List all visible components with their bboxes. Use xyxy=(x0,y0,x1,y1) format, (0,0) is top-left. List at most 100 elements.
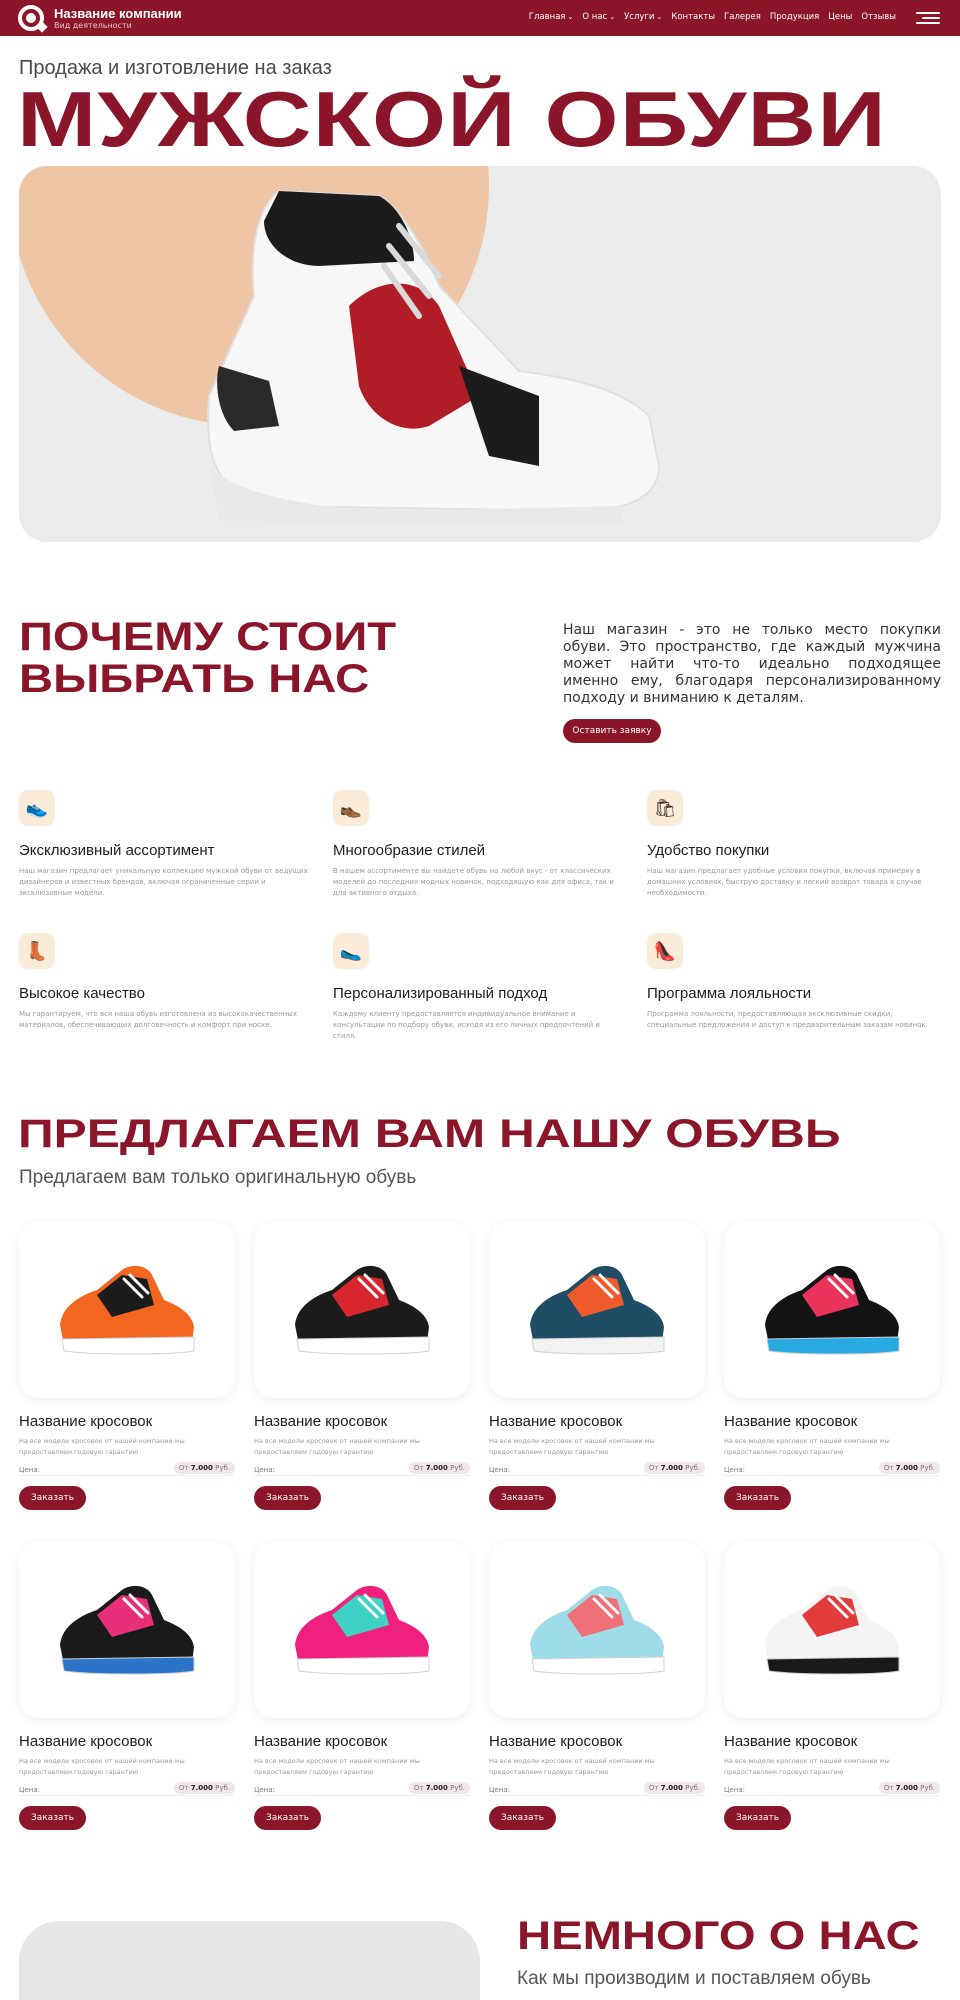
price-row: Цена: От 7.000 Руб. xyxy=(489,1782,705,1796)
price-currency: Руб. xyxy=(450,1464,465,1472)
why-title: ПОЧЕМУ СТОИТ ВЫБРАТЬ НАС xyxy=(19,616,396,700)
nav-item[interactable]: О нас ⌄ xyxy=(582,12,615,22)
nav-item[interactable]: Продукция xyxy=(770,12,819,22)
price-value: 7.000 xyxy=(190,1784,213,1792)
nav-item[interactable]: Услуги ⌄ xyxy=(624,12,662,22)
product-description: На все модели кросовок от нашей компании… xyxy=(489,1437,655,1456)
product-card[interactable]: Название кросовок На все модели кросовок … xyxy=(724,1222,940,1510)
nav-item[interactable]: Главная ⌄ xyxy=(529,12,574,22)
feature-title: Персонализированный подход xyxy=(333,985,548,1002)
price-badge: От 7.000 Руб. xyxy=(173,1462,235,1474)
product-image[interactable] xyxy=(19,1222,235,1398)
product-image[interactable] xyxy=(489,1542,705,1718)
leave-request-button[interactable]: Оставить заявку xyxy=(563,719,661,743)
feature-item: 👠 Программа лояльности Программа лояльност… xyxy=(647,933,937,1031)
product-card[interactable]: Название кросовок На все модели кросовок … xyxy=(19,1542,235,1830)
order-button[interactable]: Заказать xyxy=(254,1806,321,1830)
product-image[interactable] xyxy=(724,1222,940,1398)
product-description: На все модели кросовок от нашей компании… xyxy=(19,1757,185,1776)
nav-item[interactable]: Контакты xyxy=(671,12,715,22)
price-badge: От 7.000 Руб. xyxy=(173,1782,235,1794)
price-from: От xyxy=(648,1464,659,1472)
order-button[interactable]: Заказать xyxy=(19,1486,86,1510)
order-button[interactable]: Заказать xyxy=(489,1486,556,1510)
nav-item-label: Услуги xyxy=(624,12,655,22)
hero-title: МУЖСКОЙ ОБУВИ xyxy=(17,75,887,163)
sneaker-image xyxy=(765,1265,900,1355)
product-card[interactable]: Название кросовок На все модели кросовок … xyxy=(254,1542,470,1830)
feature-title: Удобство покупки xyxy=(647,842,770,859)
price-currency: Руб. xyxy=(920,1784,935,1792)
feature-item: 👞 Многообразие стилей В нашем ассортименте… xyxy=(333,790,623,899)
price-label: Цена: xyxy=(724,1466,745,1474)
price-value: 7.000 xyxy=(190,1464,213,1472)
why-title-line-2: ВЫБРАТЬ НАС xyxy=(19,657,370,701)
feature-description: В нашем ассортименте вы найдете обувь на… xyxy=(333,867,614,897)
price-label: Цена: xyxy=(19,1466,40,1474)
price-from: От xyxy=(883,1464,894,1472)
price-from: От xyxy=(178,1784,189,1792)
price-row: Цена: От 7.000 Руб. xyxy=(19,1462,235,1476)
order-button[interactable]: Заказать xyxy=(19,1806,86,1830)
price-badge: От 7.000 Руб. xyxy=(408,1462,470,1474)
price-row: Цена: От 7.000 Руб. xyxy=(489,1462,705,1476)
product-name[interactable]: Название кросовок xyxy=(19,1413,235,1430)
product-name[interactable]: Название кросовок xyxy=(254,1413,470,1430)
product-image[interactable] xyxy=(254,1542,470,1718)
price-from: От xyxy=(413,1784,424,1792)
price-badge: От 7.000 Руб. xyxy=(878,1462,940,1474)
chevron-down-icon: ⌄ xyxy=(567,13,574,21)
price-value: 7.000 xyxy=(425,1784,448,1792)
product-image[interactable] xyxy=(724,1542,940,1718)
product-name[interactable]: Название кросовок xyxy=(724,1413,940,1430)
product-image[interactable] xyxy=(19,1542,235,1718)
price-label: Цена: xyxy=(489,1786,510,1794)
product-description: На все модели кросовок от нашей компании… xyxy=(724,1757,890,1776)
product-name[interactable]: Название кросовок xyxy=(489,1733,705,1750)
product-description: На все модели кросовок от нашей компании… xyxy=(724,1437,890,1456)
nav-item-label: Отзывы xyxy=(861,12,896,22)
boot-icon: 👞 xyxy=(333,790,369,826)
price-currency: Руб. xyxy=(450,1784,465,1792)
nav-item[interactable]: Отзывы xyxy=(861,12,896,22)
nav-item-label: Продукция xyxy=(769,12,820,22)
feature-item: 🥿 Персонализированный подход Каждому клиен… xyxy=(333,933,623,1042)
product-card[interactable]: Название кросовок На все модели кросовок … xyxy=(254,1222,470,1510)
order-button[interactable]: Заказать xyxy=(489,1806,556,1830)
about-title: НЕМНОГО О НАС xyxy=(517,1914,920,1958)
menu-icon[interactable] xyxy=(916,11,940,25)
top-header: Название компании Вид деятельности Главн… xyxy=(0,0,960,36)
products-title: ПРЕДЛАГАЕМ ВАМ НАШУ ОБУВЬ xyxy=(18,1112,841,1156)
brand-subtitle: Вид деятельности xyxy=(54,21,132,30)
price-value: 7.000 xyxy=(895,1784,918,1792)
feature-title: Многообразие стилей xyxy=(333,842,486,859)
price-currency: Руб. xyxy=(920,1464,935,1472)
product-card[interactable]: Название кросовок На все модели кросовок … xyxy=(724,1542,940,1830)
nav-item-label: О нас xyxy=(582,12,608,22)
price-label: Цена: xyxy=(254,1786,275,1794)
product-name[interactable]: Название кросовок xyxy=(19,1733,235,1750)
product-image[interactable] xyxy=(489,1222,705,1398)
price-row: Цена: От 7.000 Руб. xyxy=(254,1462,470,1476)
order-button[interactable]: Заказать xyxy=(724,1486,791,1510)
nav-item[interactable]: Цены xyxy=(828,12,852,22)
product-description: На все модели кросовок от нашей компании… xyxy=(254,1437,420,1456)
price-badge: От 7.000 Руб. xyxy=(408,1782,470,1794)
product-card[interactable]: Название кросовок На все модели кросовок … xyxy=(489,1542,705,1830)
feature-title: Высокое качество xyxy=(19,985,145,1002)
products-subtitle: Предлагаем вам только оригинальную обувь xyxy=(19,1167,417,1188)
product-image[interactable] xyxy=(254,1222,470,1398)
product-name[interactable]: Название кросовок xyxy=(489,1413,705,1430)
order-button[interactable]: Заказать xyxy=(724,1806,791,1830)
brand-name[interactable]: Название компании xyxy=(54,6,182,21)
product-card[interactable]: Название кросовок На все модели кросовок … xyxy=(489,1222,705,1510)
product-name[interactable]: Название кросовок xyxy=(254,1733,470,1750)
price-value: 7.000 xyxy=(660,1464,683,1472)
order-button[interactable]: Заказать xyxy=(254,1486,321,1510)
nav-item[interactable]: Галерея xyxy=(724,12,761,22)
sneaker-image xyxy=(295,1585,430,1675)
product-name[interactable]: Название кросовок xyxy=(724,1733,940,1750)
price-row: Цена: От 7.000 Руб. xyxy=(724,1462,940,1476)
price-label: Цена: xyxy=(254,1466,275,1474)
product-card[interactable]: Название кросовок На все модели кросовок … xyxy=(19,1222,235,1510)
